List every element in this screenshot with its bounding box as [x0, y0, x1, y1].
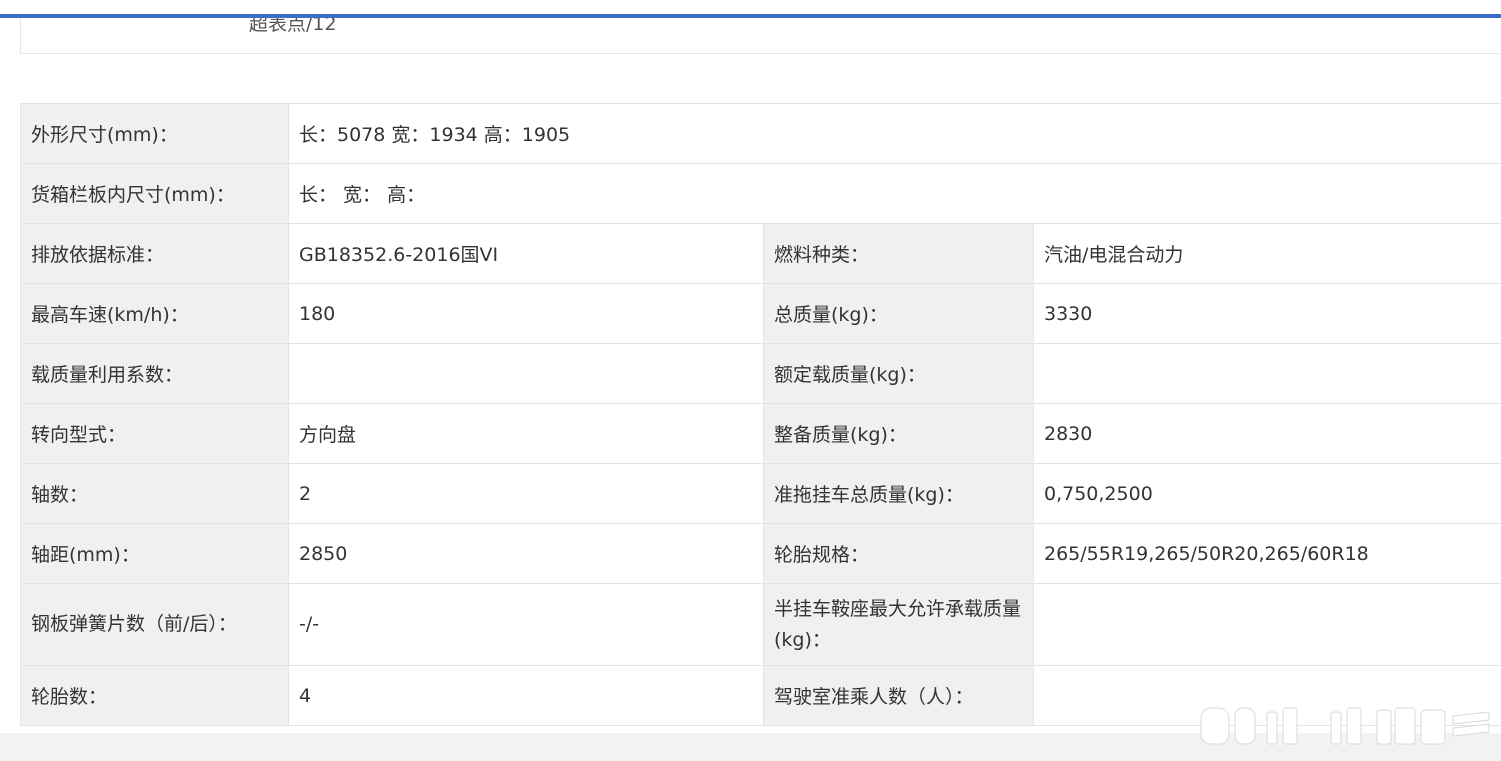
spec-label: 轴距(mm)： [20, 523, 289, 584]
page: 超表点/12 外形尺寸(mm)： 长：5078 宽：1934 高：1905 货箱… [0, 0, 1501, 761]
spec-label: 载质量利用系数： [20, 343, 289, 404]
table-row: 钢板弹簧片数（前/后）： -/- 半挂车鞍座最大允许承载质量(kg)： [20, 583, 1501, 666]
spec-value: 汽油/电混合动力 [1032, 223, 1501, 284]
spec-value: 3330 [1032, 283, 1501, 344]
table-row: 载质量利用系数： 额定载质量(kg)： [20, 343, 1501, 404]
table-row: 外形尺寸(mm)： 长：5078 宽：1934 高：1905 [20, 103, 1501, 164]
spec-value: 265/55R19,265/50R20,265/60R18 [1032, 523, 1501, 584]
spec-label: 货箱栏板内尺寸(mm)： [20, 163, 289, 224]
table-row: 最高车速(km/h)： 180 总质量(kg)： 3330 [20, 283, 1501, 344]
previous-section-box: 超表点/12 [20, 18, 1501, 54]
spec-value [1032, 583, 1501, 666]
watermark-logo [1200, 707, 1490, 745]
spec-label: 钢板弹簧片数（前/后）： [20, 583, 289, 666]
spec-value: 长：5078 宽：1934 高：1905 [287, 103, 1501, 164]
spec-label: 转向型式： [20, 403, 289, 464]
spec-value [1032, 343, 1501, 404]
spec-value: 2 [288, 463, 764, 524]
table-row: 转向型式： 方向盘 整备质量(kg)： 2830 [20, 403, 1501, 464]
spec-label: 外形尺寸(mm)： [20, 103, 289, 164]
table-row: 排放依据标准： GB18352.6-2016国VI 燃料种类： 汽油/电混合动力 [20, 223, 1501, 284]
spec-value: 4 [288, 665, 764, 726]
spec-label: 轮胎规格： [763, 523, 1034, 584]
spec-label: 整备质量(kg)： [763, 403, 1034, 464]
table-row: 轴距(mm)： 2850 轮胎规格： 265/55R19,265/50R20,2… [20, 523, 1501, 584]
spec-label: 准拖挂车总质量(kg)： [763, 463, 1034, 524]
spec-label: 燃料种类： [763, 223, 1034, 284]
spec-label: 轴数： [20, 463, 289, 524]
spec-value: -/- [288, 583, 764, 666]
spec-value: GB18352.6-2016国VI [288, 223, 764, 284]
spec-label: 额定载质量(kg)： [763, 343, 1034, 404]
spec-value: 方向盘 [288, 403, 764, 464]
previous-section-text: 超表点/12 [249, 18, 337, 35]
spec-value [288, 343, 764, 404]
spec-label: 总质量(kg)： [763, 283, 1034, 344]
table-row: 货箱栏板内尺寸(mm)： 长： 宽： 高： [20, 163, 1501, 224]
vehicle-spec-table: 外形尺寸(mm)： 长：5078 宽：1934 高：1905 货箱栏板内尺寸(m… [20, 103, 1501, 726]
spec-value: 0,750,2500 [1032, 463, 1501, 524]
spec-value: 长： 宽： 高： [287, 163, 1501, 224]
spec-value: 180 [288, 283, 764, 344]
table-row: 轴数： 2 准拖挂车总质量(kg)： 0,750,2500 [20, 463, 1501, 524]
spec-value: 2850 [288, 523, 764, 584]
spec-label: 半挂车鞍座最大允许承载质量(kg)： [763, 583, 1034, 666]
spec-label: 排放依据标准： [20, 223, 289, 284]
spec-label: 驾驶室准乘人数（人）： [763, 665, 1034, 726]
spec-label: 最高车速(km/h)： [20, 283, 289, 344]
spec-label: 轮胎数： [20, 665, 289, 726]
spec-value: 2830 [1032, 403, 1501, 464]
